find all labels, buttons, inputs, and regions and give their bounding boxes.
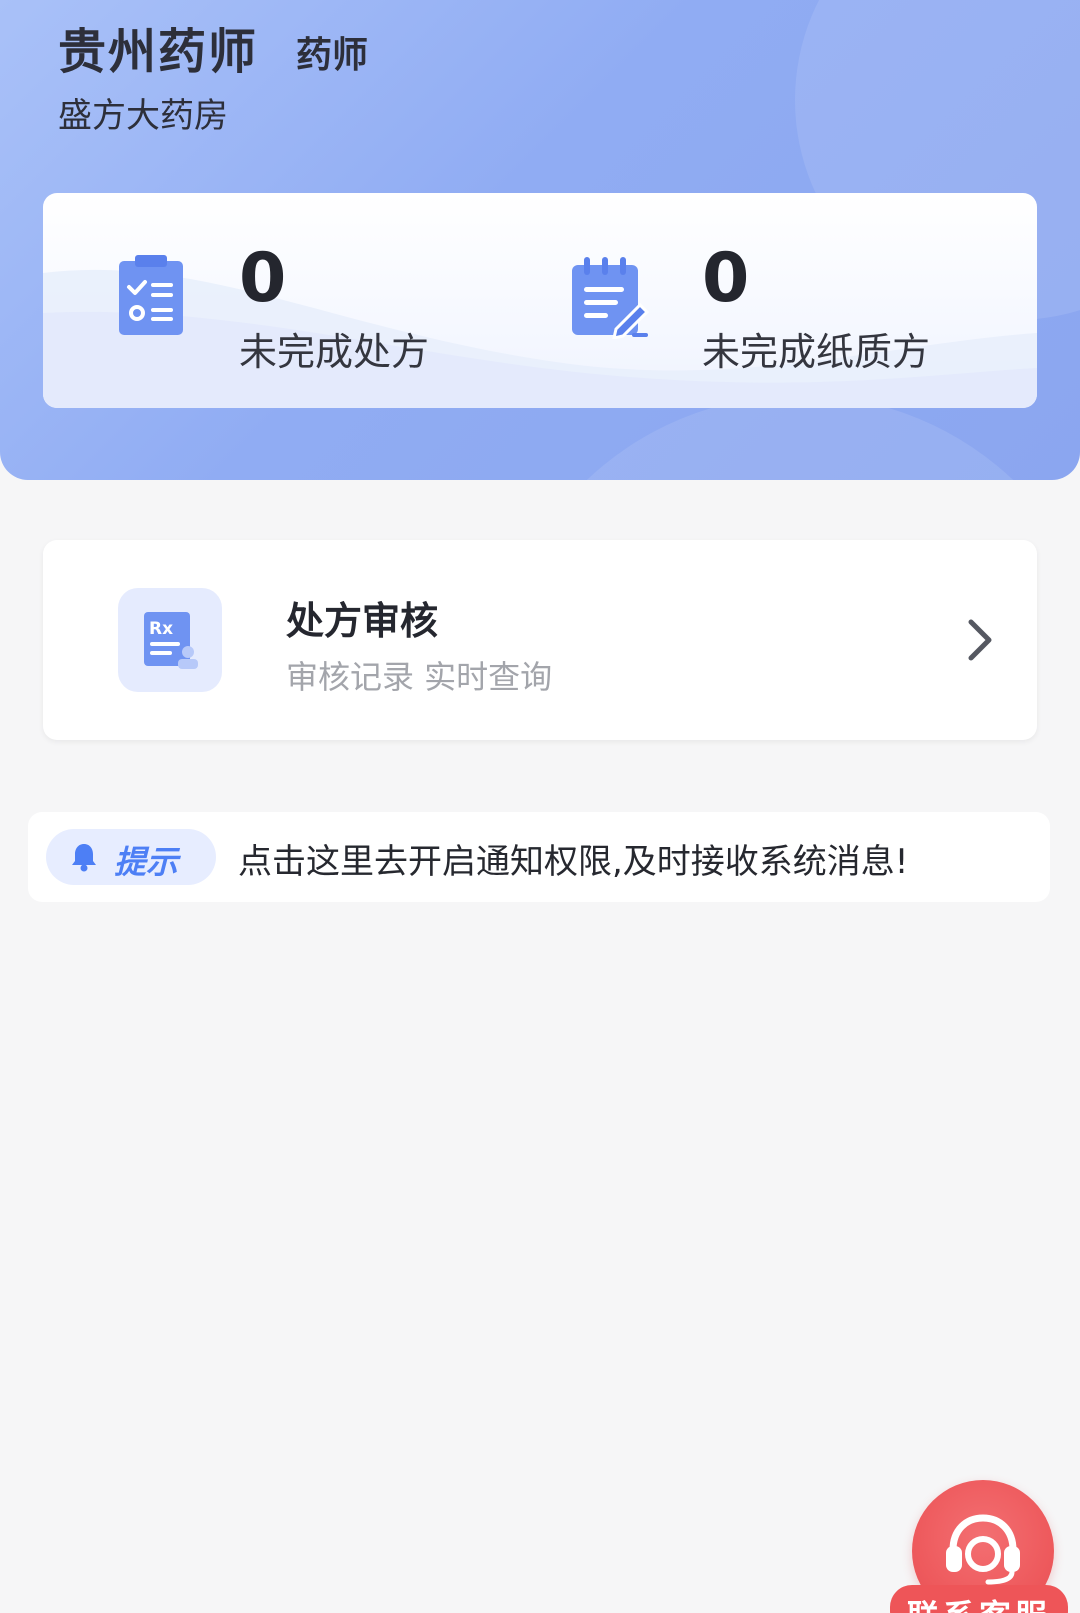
customer-service-label-pill[interactable]: 联系客服	[890, 1585, 1068, 1613]
stat-label: 未完成处方	[239, 330, 430, 374]
user-role: 药师	[296, 35, 369, 76]
tip-badge: 提示	[46, 829, 216, 885]
audit-subtitle: 审核记录 实时查询	[286, 658, 553, 696]
store-name: 盛方大药房	[58, 96, 228, 136]
stat-unfinished-prescriptions[interactable]: 0 未完成处方	[43, 193, 540, 408]
tip-message: 点击这里去开启通知权限,及时接收系统消息!	[238, 842, 909, 882]
stat-value: 0	[702, 239, 750, 318]
headset-icon	[946, 1514, 1020, 1585]
prescription-audit-card[interactable]: Rx 处方审核 审核记录 实时查询	[43, 540, 1037, 740]
notepad-edit-icon	[572, 257, 650, 339]
stat-value: 0	[239, 239, 287, 318]
user-name: 贵州药师	[58, 24, 259, 80]
chevron-right-icon	[968, 619, 992, 661]
bell-icon	[72, 844, 96, 872]
stat-unfinished-paper-prescriptions[interactable]: 0 未完成纸质方	[540, 193, 1037, 408]
audit-title: 处方审核	[286, 599, 439, 643]
clipboard-checklist-icon	[119, 255, 183, 335]
stats-card: 0 未完成处方 0 未完成纸质方	[43, 193, 1037, 408]
home-page: 贵州药师 药师 盛方大药房 0 未完成处方 0 未完成纸质方 Rx 处方审核 审…	[0, 0, 1080, 1613]
notification-tip-bar[interactable]: 提示 点击这里去开启通知权限,及时接收系统消息!	[28, 812, 1050, 902]
svg-text:Rx: Rx	[149, 619, 173, 639]
stat-label: 未完成纸质方	[702, 330, 931, 374]
customer-service-label: 联系客服	[890, 1591, 1068, 1613]
header-panel: 贵州药师 药师 盛方大药房 0 未完成处方 0 未完成纸质方	[0, 0, 1080, 480]
tip-badge-label: 提示	[114, 843, 179, 881]
rx-document-icon: Rx	[118, 588, 222, 692]
